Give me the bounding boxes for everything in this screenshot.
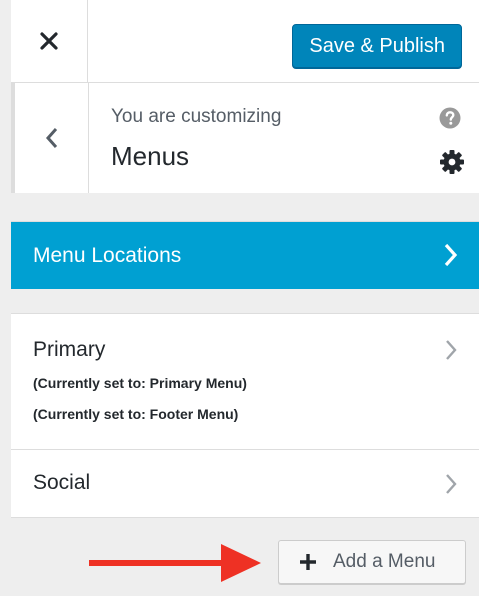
gear-icon[interactable] [439,149,465,175]
panel-edge [0,0,11,596]
primary-label: Primary [33,338,106,361]
customizing-info: You are customizing Menus [11,83,479,193]
chevron-right-icon [446,340,457,360]
back-button[interactable] [15,83,89,193]
section-menu-locations[interactable]: Menu Locations [11,222,479,289]
section-primary[interactable]: Primary (Currently set to: Primary Menu)… [11,314,479,450]
customizer-panel: Save & Publish You are customizing Menus [0,0,479,596]
close-icon [40,32,58,50]
chevron-right-icon [446,474,457,494]
panel-footer: Add a Menu [11,518,479,596]
customizing-label: You are customizing [111,106,282,127]
footer-assignment: (Currently set to: Footer Menu) [33,406,239,422]
add-menu-button[interactable]: Add a Menu [278,540,466,584]
customizer-header: Save & Publish [11,0,479,83]
social-label: Social [33,471,91,494]
section-social[interactable]: Social [11,450,479,518]
close-button[interactable] [11,0,88,82]
save-publish-button[interactable]: Save & Publish [292,24,462,68]
chevron-left-icon [45,128,57,148]
primary-assignment: (Currently set to: Primary Menu) [33,375,247,391]
add-menu-label: Add a Menu [333,551,436,572]
panel-title: Menus [111,141,190,171]
section-spacer [11,289,479,314]
question-circle-icon[interactable] [439,107,461,129]
plus-icon [300,554,316,570]
chevron-right-icon [444,243,458,267]
arrow-right-icon [89,544,261,582]
menu-locations-label: Menu Locations [33,244,182,267]
save-publish-label: Save & Publish [309,34,445,57]
section-spacer [11,193,479,222]
